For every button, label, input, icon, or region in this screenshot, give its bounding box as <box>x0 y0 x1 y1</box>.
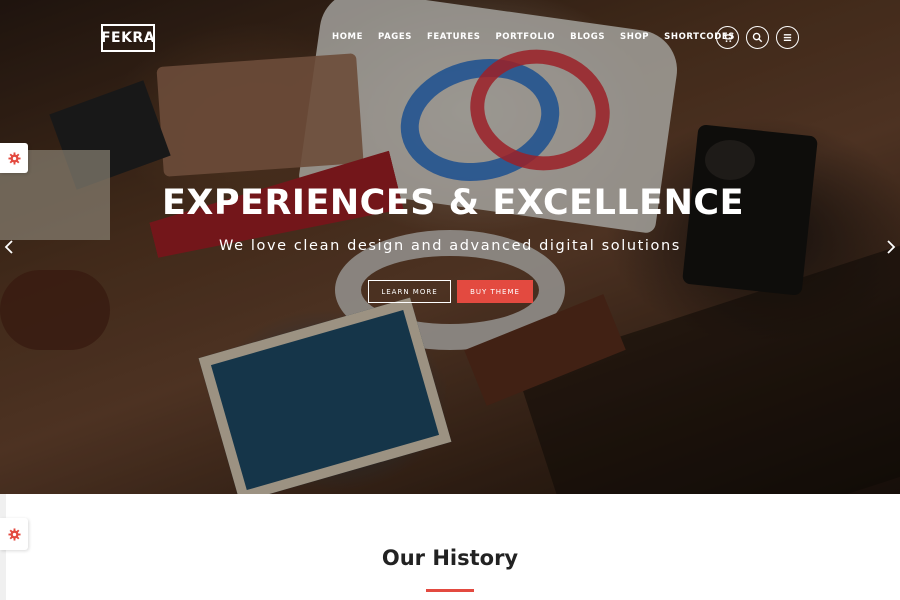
search-icon <box>752 32 763 43</box>
main-nav: HOME PAGES FEATURES PORTFOLIO BLOGS SHOP… <box>332 32 750 42</box>
hero-subtitle: We love clean design and advanced digita… <box>219 238 681 254</box>
section-title-underline <box>426 589 474 592</box>
section-title: Our History <box>381 546 519 570</box>
nav-item-home[interactable]: HOME <box>332 32 363 42</box>
cart-icon <box>722 32 733 43</box>
hero-title: EXPERIENCES & EXCELLENCE <box>162 183 744 223</box>
site-logo[interactable]: FEKRA <box>101 24 155 52</box>
nav-item-pages[interactable]: PAGES <box>378 32 412 42</box>
gear-icon <box>7 527 21 541</box>
search-button[interactable] <box>746 26 769 49</box>
menu-button[interactable] <box>776 26 799 49</box>
cart-button[interactable] <box>716 26 739 49</box>
nav-item-blogs[interactable]: BLOGS <box>570 32 605 42</box>
chevron-right-icon <box>887 240 896 254</box>
hero-slider: FEKRA HOME PAGES FEATURES PORTFOLIO BLOG… <box>0 0 900 494</box>
slider-prev-button[interactable] <box>3 238 17 256</box>
gear-icon <box>7 151 21 165</box>
nav-item-features[interactable]: FEATURES <box>427 32 481 42</box>
nav-item-shop[interactable]: SHOP <box>620 32 649 42</box>
slider-next-button[interactable] <box>885 238 899 256</box>
menu-icon <box>783 34 792 41</box>
nav-item-portfolio[interactable]: PORTFOLIO <box>495 32 555 42</box>
buy-theme-button[interactable]: BUY THEME <box>457 280 533 303</box>
chevron-left-icon <box>4 240 13 254</box>
learn-more-button[interactable]: LEARN MORE <box>368 280 451 303</box>
settings-panel-toggle[interactable] <box>0 143 28 173</box>
